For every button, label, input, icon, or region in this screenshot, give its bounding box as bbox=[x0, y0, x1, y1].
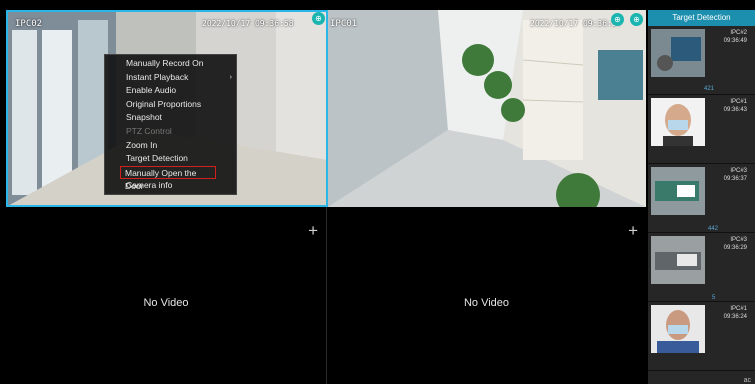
camera-tile-empty[interactable]: No Video + bbox=[6, 207, 326, 384]
submenu-arrow-icon: › bbox=[229, 73, 232, 81]
menu-item-instant-playback[interactable]: Instant Playback › bbox=[105, 71, 236, 85]
menu-item-zoom-in[interactable]: Zoom In bbox=[105, 139, 236, 153]
detection-item[interactable]: IPC#3 09:36:29 5 bbox=[648, 233, 755, 302]
detection-status-icon[interactable]: ⊕ bbox=[611, 13, 624, 26]
detection-time: 09:36:29 bbox=[723, 245, 747, 251]
detection-item[interactable]: IPC#1 09:36:43 bbox=[648, 95, 755, 164]
detection-item[interactable]: IPC#2 09:36:49 421 bbox=[648, 26, 755, 95]
live-view-grid: IPC02 2022/10/17 09:36:58 ⊕ Manually Rec… bbox=[0, 0, 648, 384]
target-detection-panel: Target Detection IPC#2 09:36:49 421 IPC#… bbox=[648, 10, 755, 384]
camera-title: IPC01 bbox=[330, 19, 358, 29]
no-video-label: No Video bbox=[143, 297, 189, 309]
detection-thumbnail bbox=[651, 236, 705, 284]
detection-camera: IPC#3 bbox=[730, 237, 747, 243]
menu-item-target-detection[interactable]: Target Detection bbox=[105, 152, 236, 166]
context-menu: Manually Record On Instant Playback › En… bbox=[104, 54, 237, 195]
detection-camera: IPC#3 bbox=[730, 168, 747, 174]
menu-item-manual-record[interactable]: Manually Record On bbox=[105, 57, 236, 71]
detection-status-icon[interactable]: ⊕ bbox=[630, 13, 643, 26]
detection-camera: IPC#1 bbox=[730, 99, 747, 105]
camera-tile-ipc01[interactable]: IPC01 2022/10/17 09:36:57 ⊕ ⊕ bbox=[328, 10, 646, 207]
detection-camera: IPC#1 bbox=[730, 306, 747, 312]
panel-footer-text: ac bbox=[743, 377, 751, 384]
menu-item-manually-open-door[interactable]: Manually Open the Door bbox=[120, 165, 216, 191]
detection-item[interactable]: IPC#1 09:36:24 bbox=[648, 302, 755, 371]
camera-tile-empty[interactable]: No Video + bbox=[327, 207, 646, 384]
menu-item-label: Instant Playback bbox=[126, 71, 189, 82]
camera-title: IPC02 bbox=[15, 19, 43, 29]
detection-time: 09:36:24 bbox=[723, 314, 747, 320]
detection-thumbnail bbox=[651, 167, 705, 215]
detection-thumbnail bbox=[651, 98, 705, 146]
add-camera-icon[interactable]: + bbox=[308, 222, 318, 239]
detection-time: 09:36:49 bbox=[723, 38, 747, 44]
add-camera-icon[interactable]: + bbox=[628, 222, 638, 239]
menu-item-snapshot[interactable]: Snapshot bbox=[105, 111, 236, 125]
detection-tag: 442 bbox=[708, 226, 719, 232]
detection-thumbnail bbox=[651, 29, 705, 77]
camera-timestamp: 2022/10/17 09:36:57 bbox=[530, 19, 622, 28]
menu-item-camera-info[interactable]: Camera info bbox=[105, 179, 236, 193]
no-video-label: No Video bbox=[463, 297, 510, 309]
detection-tag: 421 bbox=[704, 86, 715, 92]
detection-camera: IPC#2 bbox=[730, 30, 747, 36]
detection-time: 09:36:37 bbox=[723, 176, 747, 182]
detection-tag: 5 bbox=[712, 295, 716, 301]
camera-tile-ipc02[interactable]: IPC02 2022/10/17 09:36:58 ⊕ Manually Rec… bbox=[6, 10, 328, 207]
detection-status-icon[interactable]: ⊕ bbox=[312, 12, 325, 25]
menu-item-ptz-control: PTZ Control bbox=[126, 126, 172, 136]
camera-feed-image bbox=[328, 10, 646, 207]
detection-item[interactable]: IPC#3 09:36:37 442 bbox=[648, 164, 755, 233]
detection-thumbnail bbox=[651, 305, 705, 353]
detection-time: 09:36:43 bbox=[723, 107, 747, 113]
menu-item-enable-audio[interactable]: Enable Audio bbox=[105, 84, 236, 98]
menu-item-original-proportions[interactable]: Original Proportions bbox=[105, 98, 236, 112]
panel-title: Target Detection bbox=[648, 10, 755, 26]
camera-timestamp: 2022/10/17 09:36:58 bbox=[202, 19, 294, 28]
